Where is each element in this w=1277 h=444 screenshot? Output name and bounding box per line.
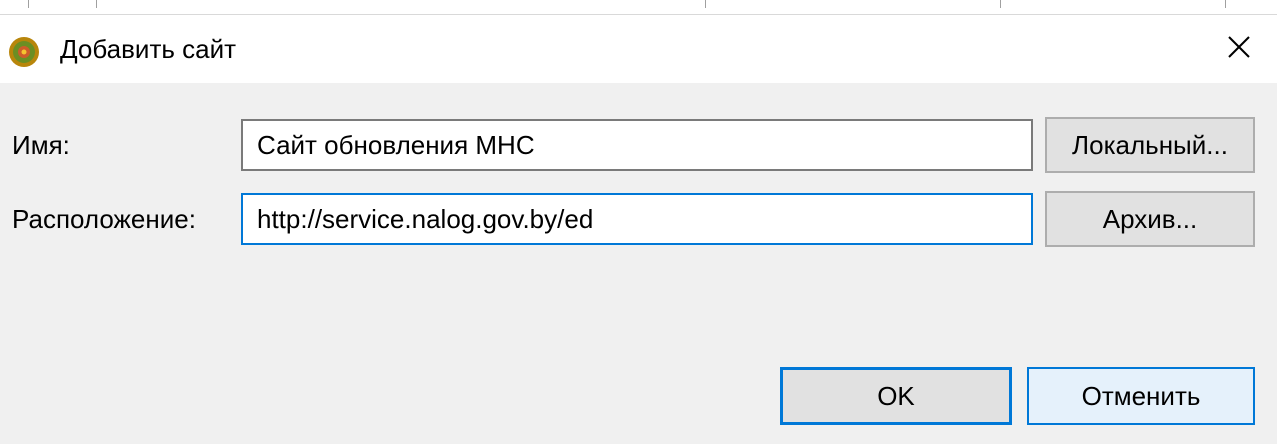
background-divider	[28, 0, 29, 8]
dialog-title: Добавить сайт	[60, 34, 237, 64]
background-divider	[1225, 0, 1226, 8]
background-divider	[1000, 0, 1001, 8]
background-window-strip	[0, 0, 1277, 15]
close-button[interactable]	[1210, 23, 1268, 75]
local-button[interactable]: Локальный...	[1045, 117, 1255, 173]
background-divider	[96, 0, 97, 8]
eclipse-app-icon	[8, 36, 40, 68]
cancel-button[interactable]: Отменить	[1027, 367, 1255, 425]
name-input[interactable]	[241, 119, 1033, 171]
close-icon	[1226, 34, 1252, 65]
ok-button[interactable]: OK	[780, 367, 1012, 425]
archive-button[interactable]: Архив...	[1045, 191, 1255, 247]
dialog-title-bar: Добавить сайт	[0, 15, 1277, 83]
name-label: Имя:	[12, 130, 70, 160]
location-label: Расположение:	[12, 204, 196, 234]
background-divider	[705, 0, 706, 8]
location-input[interactable]	[241, 193, 1033, 245]
